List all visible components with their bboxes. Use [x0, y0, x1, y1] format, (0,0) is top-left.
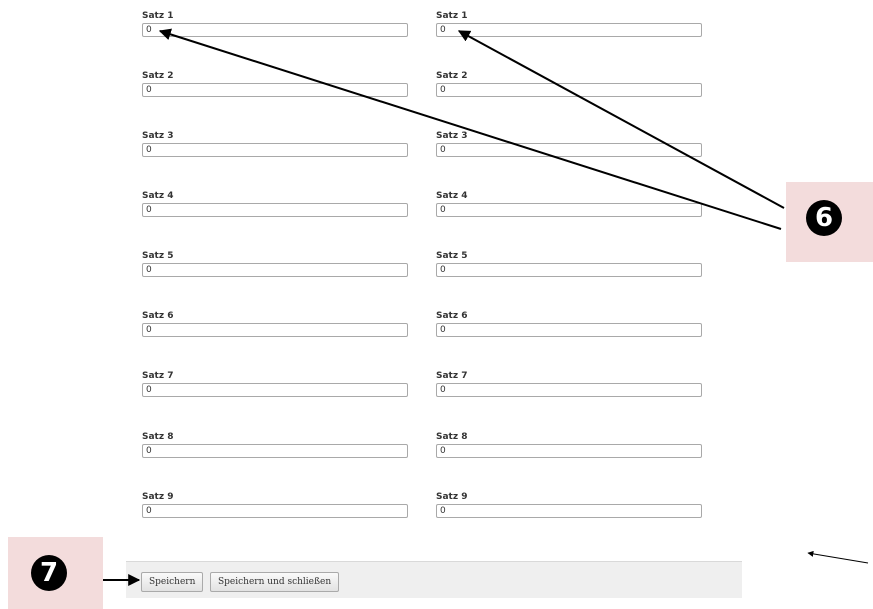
arrow-stray [807, 550, 869, 564]
annotation-arrows [103, 28, 869, 586]
arrow-to-left-satz-1 [158, 28, 782, 230]
arrow-to-right-satz-1 [457, 30, 785, 209]
